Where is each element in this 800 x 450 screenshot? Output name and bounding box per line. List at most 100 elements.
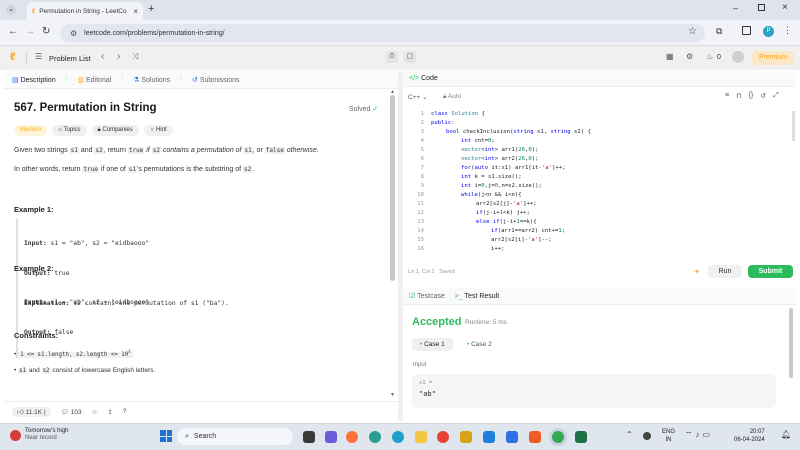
profile-avatar[interactable]: P	[763, 26, 774, 37]
active-tab[interactable]: ℓ Permutation in String - LeetCo ×	[27, 2, 143, 20]
problem-list-icon[interactable]: ☰	[35, 52, 42, 61]
new-tab-icon[interactable]: +	[148, 3, 154, 15]
code-line[interactable]: vector<int> arr2(26,0);	[461, 156, 539, 162]
autocomplete-toggle[interactable]: 🔒︎ Auto	[443, 93, 461, 101]
share-icon[interactable]: ⇪	[107, 408, 112, 416]
description-scrollbar[interactable]	[390, 95, 395, 281]
start-button-icon[interactable]	[160, 430, 172, 442]
result-scrollbar[interactable]	[789, 308, 793, 378]
braces-icon[interactable]: {}	[749, 92, 754, 100]
code-line[interactable]: int k = s1.size();	[461, 174, 522, 180]
taskbar-search[interactable]: ⌕ Search	[177, 428, 293, 445]
debug-icon[interactable]: ⏱	[386, 51, 398, 63]
back-icon[interactable]: ←	[8, 26, 18, 37]
shuffle-icon[interactable]: ⤨	[132, 52, 138, 62]
next-problem-icon[interactable]: ›	[117, 51, 120, 62]
edge-icon[interactable]	[392, 431, 404, 443]
code-line[interactable]: while(j<n && i<n){	[461, 192, 522, 198]
tray-chevron-icon[interactable]: ⌃	[626, 430, 633, 439]
layout-icon[interactable]: ▦	[666, 52, 674, 61]
language-select[interactable]: C++ ⌄	[408, 93, 428, 101]
tab-testcase[interactable]: ☑ Testcase	[409, 292, 445, 300]
tab-search-icon[interactable]: ⌄	[6, 5, 16, 15]
code-line[interactable]: class Solution {	[431, 111, 485, 117]
minimize-icon[interactable]: –	[733, 3, 738, 13]
case-1-tab[interactable]: • Case 1	[412, 338, 453, 351]
code-line[interactable]: if(j-i+1<k) j++;	[476, 210, 530, 216]
address-bar[interactable]: ⚙ leetcode.com/problems/permutation-in-s…	[60, 24, 705, 42]
expand-icon[interactable]: ⤢	[773, 92, 779, 100]
taskview-icon[interactable]	[303, 431, 315, 443]
case-2-tab[interactable]: • Case 2	[463, 338, 496, 351]
streak-icon[interactable]: ♨	[706, 52, 713, 61]
comments-button[interactable]: 💬︎ 103	[61, 408, 82, 416]
brave-icon[interactable]	[529, 431, 541, 443]
settings-icon[interactable]: ⚙	[686, 52, 693, 61]
code-line[interactable]: vector<int> arr1(26,0);	[461, 147, 539, 153]
tab-description[interactable]: ▤ Description	[12, 76, 56, 84]
problem-list-link[interactable]: Problem List	[49, 54, 91, 63]
problem-title[interactable]: 567. Permutation in String	[14, 102, 157, 114]
run-button[interactable]: Run	[708, 265, 742, 278]
format-icon[interactable]: ≡	[725, 92, 729, 100]
close-window-icon[interactable]: ×	[782, 2, 788, 13]
forward-icon[interactable]: →	[25, 26, 35, 37]
app-icon[interactable]	[369, 431, 381, 443]
scroll-up-icon[interactable]: ▲	[390, 89, 395, 95]
tab-submissions[interactable]: ↺ Submissions	[192, 76, 240, 84]
code-line[interactable]: else if(j-i+1==k){	[476, 219, 537, 225]
close-tab-icon[interactable]: ×	[133, 7, 138, 16]
difficulty-badge[interactable]: Medium	[14, 125, 48, 136]
file-explorer-icon[interactable]	[415, 431, 427, 443]
code-line[interactable]: bool checkInclusion(string s1, string s2…	[446, 129, 591, 135]
tab-test-result[interactable]: >_ Test Result	[455, 293, 499, 300]
bookmark-icon[interactable]: ⊓	[736, 92, 741, 100]
tab-editorial[interactable]: ▥ Editorial	[77, 76, 111, 84]
url-text[interactable]: leetcode.com/problems/permutation-in-str…	[84, 30, 224, 37]
tray-app-icon[interactable]	[643, 432, 651, 440]
network-volume-battery-icons[interactable]: ⌔♪▭	[685, 430, 713, 440]
notification-bell-icon[interactable]: 🔔︎	[781, 430, 791, 439]
user-avatar-icon[interactable]	[732, 51, 744, 63]
code-line[interactable]: int i=0,j=0,n=s2.size();	[461, 183, 542, 189]
topics-tag[interactable]: ⌂ Topics	[52, 125, 87, 136]
browser-menu-icon[interactable]: ⋮	[783, 25, 792, 36]
prev-problem-icon[interactable]: ‹	[101, 51, 104, 62]
code-line[interactable]: public:	[431, 120, 455, 126]
code-line[interactable]: i++;	[491, 246, 504, 252]
site-info-icon[interactable]: ⚙	[70, 29, 77, 38]
weather-widget[interactable]: Tomorrow's high Near record	[10, 428, 69, 442]
submit-button[interactable]: Submit	[748, 265, 793, 278]
chrome-icon[interactable]	[437, 431, 449, 443]
help-icon[interactable]: ?	[123, 408, 127, 415]
firefox-icon[interactable]	[346, 431, 358, 443]
code-line[interactable]: if(arr1==arr2) cnt+=1;	[491, 228, 565, 234]
code-line[interactable]: arr2[s2[i]-'a']--;	[491, 237, 552, 243]
chrome-active-icon[interactable]	[552, 431, 564, 443]
bookmark-star-icon[interactable]: ☆	[688, 26, 697, 37]
like-button[interactable]: 👍︎ 11.1K |	[12, 406, 51, 417]
notes-icon[interactable]: ▢	[404, 51, 416, 63]
code-line[interactable]: int cnt=0;	[461, 138, 495, 144]
reset-icon[interactable]: ↺	[760, 92, 766, 100]
excel-icon[interactable]	[575, 431, 587, 443]
sidepanel-icon[interactable]	[742, 26, 751, 35]
companies-tag[interactable]: 🔒︎ Companies	[91, 125, 139, 136]
ai-icon[interactable]: ✦	[694, 268, 700, 276]
editor-scrollbar[interactable]	[792, 111, 795, 141]
chat-icon[interactable]	[325, 431, 337, 443]
maximize-icon[interactable]	[758, 4, 765, 11]
favorite-star-icon[interactable]: ☆	[92, 408, 98, 416]
code-line[interactable]: arr2[s2[j]-'a']++;	[476, 201, 537, 207]
reload-icon[interactable]: ↻	[42, 26, 50, 37]
tab-solutions[interactable]: ⚗ Solutions	[133, 76, 170, 84]
vscode-icon[interactable]	[483, 431, 495, 443]
office-icon[interactable]	[460, 431, 472, 443]
dropbox-icon[interactable]	[506, 431, 518, 443]
language-indicator[interactable]: ENG IN	[662, 428, 675, 444]
scroll-down-icon[interactable]: ▼	[390, 392, 395, 398]
hint-tag[interactable]: ♁ Hint	[143, 125, 173, 136]
leetcode-logo-icon[interactable]: ℓ	[10, 51, 15, 63]
clock[interactable]: 20:07 06-04-2024	[734, 428, 765, 444]
extensions-icon[interactable]: ⧉	[716, 26, 722, 37]
